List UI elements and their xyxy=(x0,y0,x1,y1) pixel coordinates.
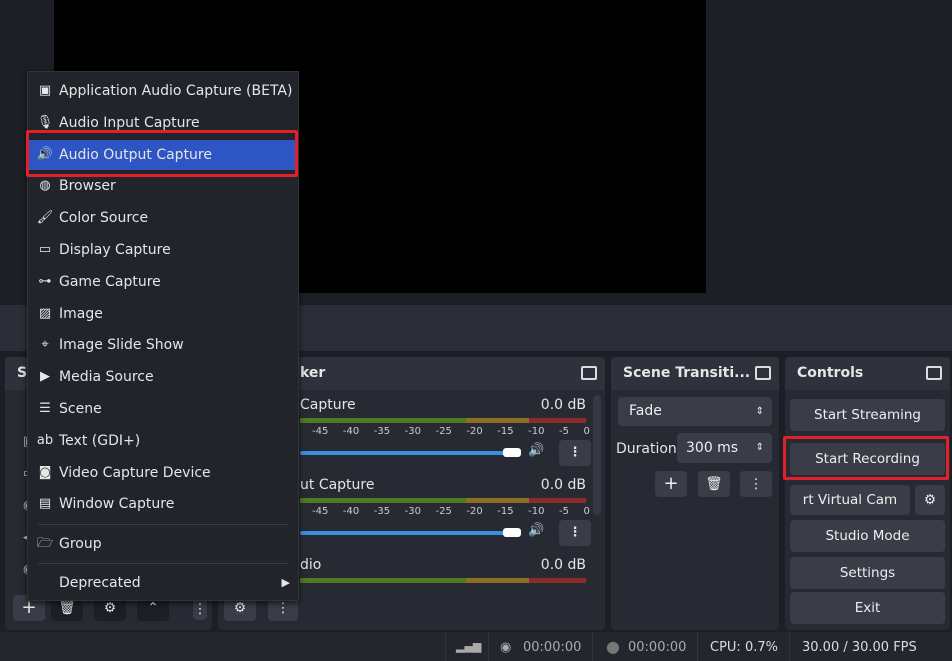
menu-item-label: Group xyxy=(59,536,102,552)
highlight-box xyxy=(26,130,298,177)
volume-meter xyxy=(300,498,586,503)
meter-ticks: -45 -40 -35 -30 -25 -20 -15 -10 -5 0 xyxy=(312,426,590,437)
status-bar: ▂▄▆ ◉ 00:00:00 ● 00:00:00 CPU: 0.7% 30.0… xyxy=(0,632,952,661)
virtual-cam-settings-button[interactable]: ⚙ xyxy=(915,485,945,515)
highlight-box xyxy=(783,436,949,480)
channel-name: Capture xyxy=(300,397,356,413)
list-icon: ☰ xyxy=(39,401,51,416)
menu-separator xyxy=(38,524,288,525)
volume-slider-handle[interactable] xyxy=(503,448,521,457)
volume-slider[interactable] xyxy=(300,451,510,455)
chevron-updown-icon: ⇕ xyxy=(755,406,764,417)
add-transition-button[interactable]: + xyxy=(655,471,687,497)
menu-item-label: Audio Input Capture xyxy=(59,114,200,131)
spinner-icon: ⇕ xyxy=(755,442,764,453)
slideshow-icon: ⌖ xyxy=(41,337,49,353)
menu-item[interactable]: ⊶ Game Capture xyxy=(28,267,298,297)
menu-item[interactable]: ▨ Image xyxy=(28,299,298,329)
menu-separator xyxy=(38,563,288,564)
menu-item-deprecated[interactable]: Deprecated ▶ xyxy=(28,568,298,598)
menu-item-label: Image xyxy=(59,305,103,322)
remove-transition-button[interactable]: 🗑 xyxy=(698,471,730,497)
undock-icon[interactable] xyxy=(926,366,942,380)
channel-name: dio xyxy=(300,557,322,573)
play-icon: ▶ xyxy=(40,369,50,385)
record-indicator-icon: ● xyxy=(606,637,620,656)
menu-item-label: Text (GDI+) xyxy=(59,432,141,449)
channel-menu-button[interactable]: ⋮ xyxy=(559,520,591,546)
menu-item[interactable]: ⌖ Image Slide Show xyxy=(28,330,298,360)
menu-item-label: Scene xyxy=(59,401,102,417)
channel-db: 0.0 dB xyxy=(540,477,586,493)
start-streaming-button[interactable]: Start Streaming xyxy=(790,399,945,431)
menu-item[interactable]: ▤ Window Capture xyxy=(28,489,298,519)
undock-icon[interactable] xyxy=(581,366,597,380)
menu-item-label: Game Capture xyxy=(59,273,161,290)
volume-meter xyxy=(300,578,586,583)
menu-item[interactable]: ☰ Scene xyxy=(28,394,298,424)
menu-item-label: Browser xyxy=(59,178,116,195)
mixer-title: ker xyxy=(300,365,326,381)
menu-item[interactable]: 🖌 Color Source xyxy=(28,203,298,233)
channel-db: 0.0 dB xyxy=(540,557,586,573)
menu-item-label: Display Capture xyxy=(59,242,171,258)
menu-item-label: Window Capture xyxy=(59,496,175,513)
studio-mode-button[interactable]: Studio Mode xyxy=(790,520,945,552)
camera-icon: ◙ xyxy=(38,464,52,480)
menu-item-label: Deprecated xyxy=(59,575,141,591)
transition-select[interactable]: Fade ⇕ xyxy=(618,397,772,426)
brush-icon: 🖌 xyxy=(36,210,54,226)
sources-more-button[interactable]: ⋮ xyxy=(193,598,207,620)
channel-name: ut Capture xyxy=(300,477,375,493)
monitor-icon: ▭ xyxy=(38,242,52,257)
undock-icon[interactable] xyxy=(755,366,771,380)
channel-db: 0.0 dB xyxy=(540,397,586,413)
menu-item[interactable]: ▶ Media Source xyxy=(28,362,298,392)
menu-item[interactable]: ab Text (GDI+) xyxy=(28,426,298,456)
window-icon: ▤ xyxy=(38,496,52,512)
folder-icon: 🗁 xyxy=(36,536,54,551)
cpu-usage: CPU: 0.7% xyxy=(710,640,778,655)
volume-slider[interactable] xyxy=(300,531,510,535)
menu-item-label: Application Audio Capture (BETA) xyxy=(59,83,293,99)
duration-label: Duration xyxy=(616,441,677,457)
record-time: 00:00:00 xyxy=(628,640,687,655)
duration-input[interactable]: 300 ms ⇕ xyxy=(677,433,772,463)
meter-ticks: -45 -40 -35 -30 -25 -20 -15 -10 -5 0 xyxy=(312,506,590,517)
volume-meter xyxy=(300,418,586,423)
signal-icon: ▂▄▆ xyxy=(456,640,482,653)
mixer-scrollbar[interactable] xyxy=(593,395,601,515)
stream-time: 00:00:00 xyxy=(523,640,582,655)
menu-item[interactable]: ▭ Display Capture xyxy=(28,235,298,265)
menu-item-label: Color Source xyxy=(59,210,149,227)
controls-dock: Controls Start Streaming Start Recording… xyxy=(785,357,950,630)
app-audio-icon: ▣ xyxy=(38,83,52,98)
text-icon: ab xyxy=(36,432,54,448)
image-icon: ▨ xyxy=(38,305,52,321)
menu-item-label: Image Slide Show xyxy=(59,337,184,354)
submenu-arrow-icon: ▶ xyxy=(281,576,290,589)
transitions-title: Scene Transiti... xyxy=(623,365,751,381)
speaker-icon[interactable]: 🔊 xyxy=(528,443,544,458)
volume-slider-handle[interactable] xyxy=(503,528,521,537)
stream-indicator-icon: ◉ xyxy=(500,640,512,655)
controls-title: Controls xyxy=(797,365,864,381)
speaker-icon[interactable]: 🔊 xyxy=(528,523,544,538)
start-virtual-cam-button[interactable]: rt Virtual Cam xyxy=(790,485,910,515)
exit-button[interactable]: Exit xyxy=(790,592,945,624)
transition-more-button[interactable]: ⋮ xyxy=(740,471,772,497)
scene-transitions-dock: Scene Transiti... Fade ⇕ Duration 300 ms ⇕… xyxy=(611,357,779,630)
menu-item-label: Media Source xyxy=(59,369,154,386)
fps-readout: 30.00 / 30.00 FPS xyxy=(802,640,917,655)
channel-menu-button[interactable]: ⋮ xyxy=(559,440,591,466)
menu-item-label: Video Capture Device xyxy=(59,464,211,481)
menu-item[interactable]: ◙ Video Capture Device xyxy=(28,458,298,488)
gamepad-icon: ⊶ xyxy=(38,273,52,289)
sources-title: S xyxy=(17,365,28,381)
menu-item[interactable]: ▣ Application Audio Capture (BETA) xyxy=(28,76,298,106)
settings-button[interactable]: Settings xyxy=(790,557,945,589)
menu-item-group[interactable]: 🗁 Group xyxy=(28,529,298,559)
